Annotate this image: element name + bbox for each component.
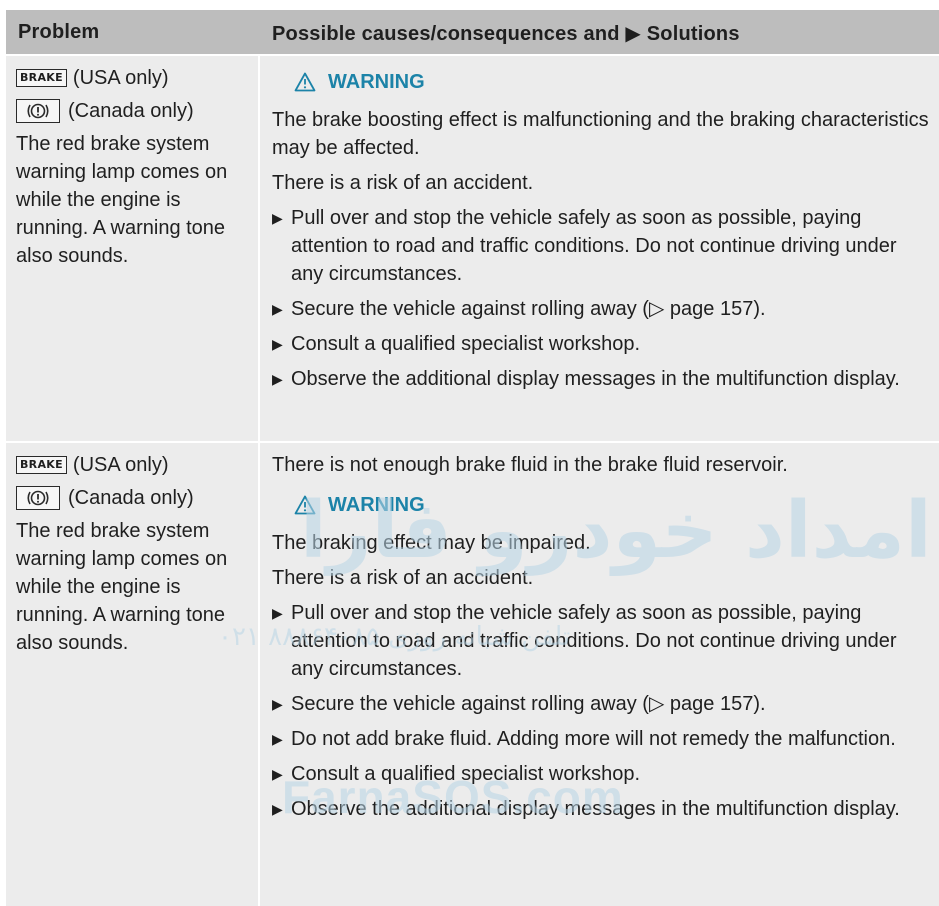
warning-text: There is a risk of an accident. (272, 567, 534, 589)
arrow-icon: ▶ (272, 371, 283, 387)
arrow-icon: ▶ (272, 801, 283, 817)
problem-description: The red brake system warning lamp comes … (16, 520, 228, 654)
manual-page: Problem Possible causes/consequences and… (6, 10, 939, 906)
header-problem: Problem (18, 21, 100, 43)
problem-cell: BRAKE (USA only) (Canada only) The red b… (6, 56, 260, 441)
cause-text: There is not enough brake fluid in the b… (272, 454, 788, 476)
arrow-icon: ▶ (272, 605, 283, 621)
problem-cell: BRAKE (USA only) (Canada only) The red b… (6, 443, 260, 906)
warning-label: WARNING (328, 494, 425, 516)
table-row: BRAKE (USA only) (Canada only) The red b… (6, 441, 939, 906)
solution-step: ▶ Secure the vehicle against rolling away… (272, 690, 931, 718)
arrow-icon: ▶ (272, 336, 283, 352)
warning-triangle-icon (294, 72, 316, 92)
warning-triangle-icon (294, 495, 316, 515)
arrow-icon: ▶ (272, 301, 283, 317)
arrow-icon: ▶ (272, 696, 283, 712)
usa-only-label: (USA only) (72, 454, 169, 476)
brake-circle-warning-icon (16, 486, 60, 510)
header-solutions: Possible causes/consequences and ▶ Solut… (272, 23, 740, 45)
solution-step: ▶ Do not add brake fluid. Adding more wil… (272, 725, 931, 753)
solution-step: ▶ Observe the additional display messages… (272, 795, 931, 823)
brake-canada-line: (Canada only) (16, 484, 248, 512)
arrow-icon: ▶ (272, 731, 283, 747)
brake-usa-line: BRAKE (USA only) (16, 64, 248, 92)
brake-warning-icon: BRAKE (16, 69, 67, 87)
brake-canada-line: (Canada only) (16, 97, 248, 125)
solutions-cell: There is not enough brake fluid in the b… (260, 443, 939, 906)
canada-only-label: (Canada only) (68, 487, 194, 509)
arrow-icon: ▶ (272, 210, 283, 226)
warning-heading: WARNING (272, 68, 931, 96)
solution-step: ▶ Pull over and stop the vehicle safely a… (272, 204, 931, 288)
solution-step: ▶ Consult a qualified specialist workshop… (272, 330, 931, 358)
warning-heading: WARNING (272, 491, 931, 519)
warning-label: WARNING (328, 71, 425, 93)
solutions-cell: WARNING The brake boosting effect is mal… (260, 56, 939, 441)
usa-only-label: (USA only) (72, 67, 169, 89)
brake-usa-line: BRAKE (USA only) (16, 451, 248, 479)
warning-text: The braking effect may be impaired. (272, 532, 591, 554)
brake-warning-icon: BRAKE (16, 456, 67, 474)
arrow-icon: ▶ (272, 766, 283, 782)
canada-only-label: (Canada only) (68, 100, 194, 122)
table-row: BRAKE (USA only) (Canada only) The red b… (6, 54, 939, 441)
problem-description: The red brake system warning lamp comes … (16, 133, 228, 267)
solution-step: ▶ Consult a qualified specialist workshop… (272, 760, 931, 788)
table-header: Problem Possible causes/consequences and… (6, 10, 939, 54)
solution-step: ▶ Secure the vehicle against rolling away… (272, 295, 931, 323)
solution-step: ▶ Pull over and stop the vehicle safely a… (272, 599, 931, 683)
warning-text: The brake boosting effect is malfunction… (272, 109, 929, 159)
solution-step: ▶ Observe the additional display messages… (272, 365, 931, 393)
brake-circle-warning-icon (16, 99, 60, 123)
warning-text: There is a risk of an accident. (272, 172, 534, 194)
